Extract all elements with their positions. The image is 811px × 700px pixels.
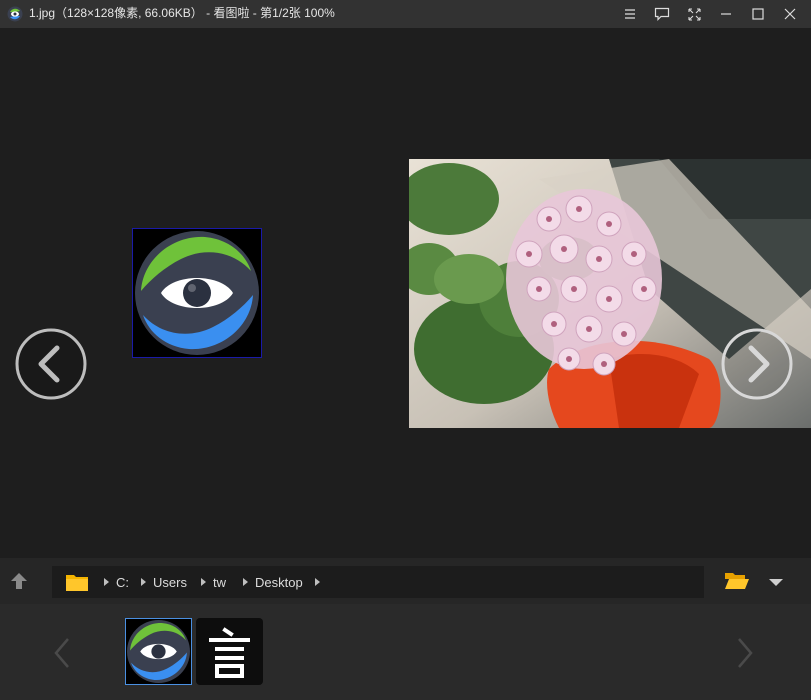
chevron-right-icon [141,578,146,586]
arrow-up-icon [11,573,27,589]
title-bar: 1.jpg（128×128像素, 66.06KB） - 看图啦 - 第1/2张 … [0,0,811,28]
chevron-right-icon [315,578,320,586]
chevron-left-icon [54,638,69,668]
filmstrip-next-button[interactable] [733,636,757,670]
breadcrumb-item-users[interactable]: Users [141,566,187,598]
breadcrumb-label: tw [213,574,226,590]
close-button[interactable] [774,0,806,28]
path-bar: C: Users tw Desktop [0,558,811,604]
filmstrip-item-logo[interactable] [125,618,192,685]
text-glyph-icon [209,627,250,678]
chevron-right-icon [738,638,753,668]
eye-logo-icon [135,231,259,355]
breadcrumb[interactable]: C: Users tw Desktop [52,566,704,598]
window-title: 1.jpg（128×128像素, 66.06KB） - 看图啦 - 第1/2张 … [29,6,335,20]
chat-icon [654,7,670,21]
current-image [132,228,262,358]
open-folder-button[interactable] [724,570,750,592]
filmstrip-item-glyph[interactable] [196,618,263,685]
filmstrip [0,604,811,700]
filmstrip-prev-button[interactable] [50,636,74,670]
previous-image-button[interactable] [15,328,87,400]
breadcrumb-label: Desktop [255,574,303,590]
menu-icon [625,9,635,19]
chevron-down-icon [769,579,783,586]
path-dropdown-button[interactable] [766,572,786,592]
breadcrumb-item-drive[interactable]: C: [104,566,129,598]
up-directory-button[interactable] [8,570,30,592]
minimize-icon [721,13,731,15]
eye-logo-icon [127,620,190,683]
breadcrumb-label: C: [116,574,129,590]
next-image-button[interactable] [721,328,793,400]
chevron-right-icon [243,578,248,586]
breadcrumb-label: Users [153,574,187,590]
chevron-right-icon [104,578,109,586]
image-canvas[interactable] [0,28,811,558]
breadcrumb-item-desktop[interactable]: Desktop [243,566,303,598]
open-folder-icon [725,573,745,579]
breadcrumb-item-tw[interactable]: tw [201,566,226,598]
feedback-button[interactable] [646,0,678,28]
maximize-icon [752,8,764,20]
fullscreen-icon [687,7,701,21]
close-icon [784,8,796,20]
fullscreen-button[interactable] [678,0,710,28]
minimize-button[interactable] [710,0,742,28]
app-logo-icon [7,6,23,22]
chevron-right-icon [201,578,206,586]
menu-button[interactable] [614,0,646,28]
maximize-button[interactable] [742,0,774,28]
folder-icon [66,575,88,591]
breadcrumb-trailing-arrow[interactable] [315,566,327,598]
